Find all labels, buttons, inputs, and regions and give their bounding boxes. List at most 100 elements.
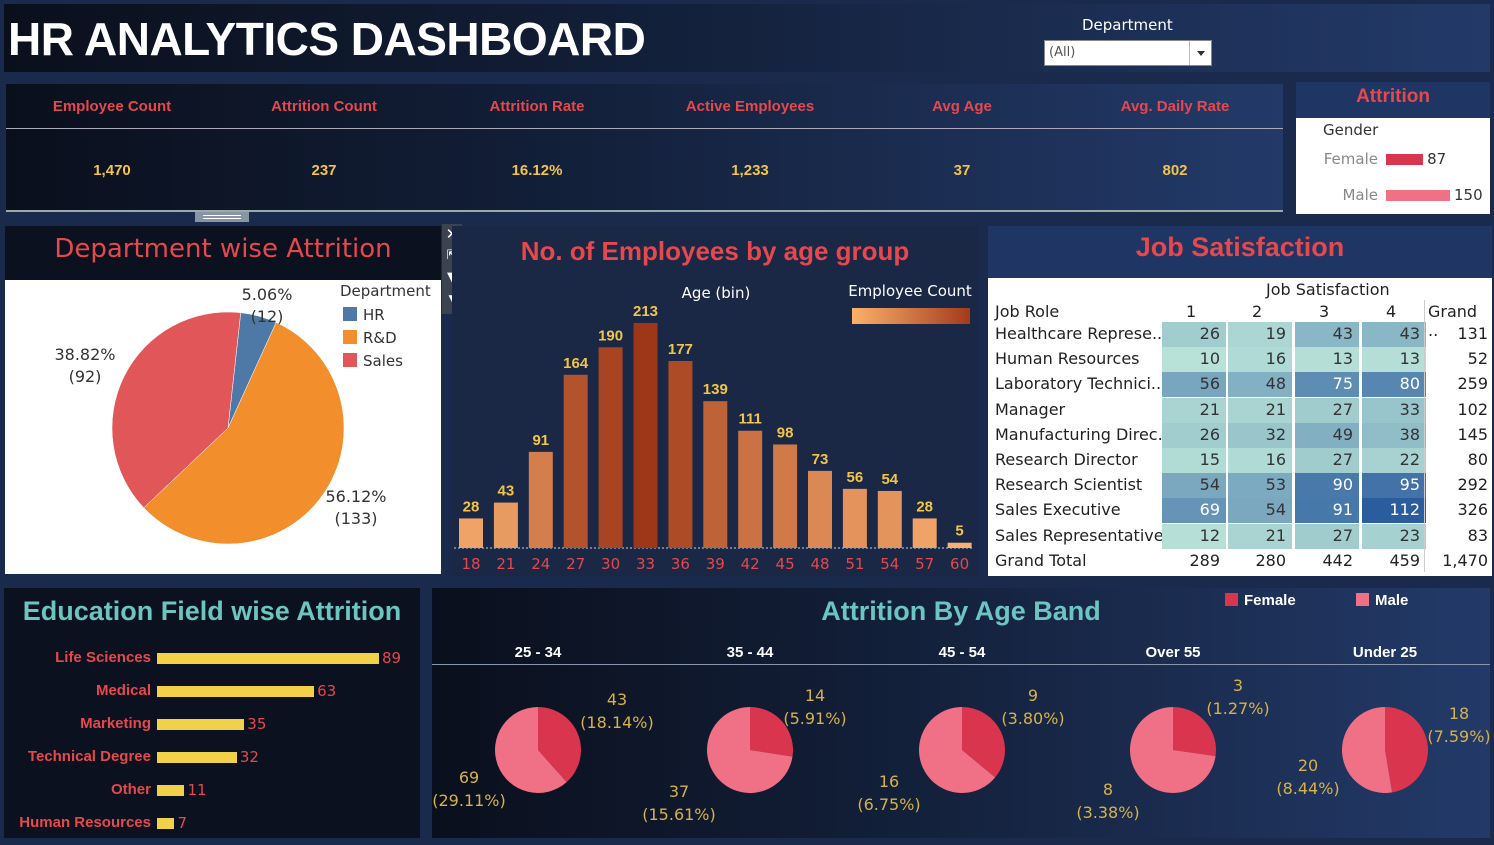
kpi-label: Avg. Daily Rate: [1120, 98, 1230, 115]
data-label: 87: [1427, 150, 1447, 168]
bar-row-female[interactable]: Female 87: [1296, 150, 1490, 170]
heatmap-cell[interactable]: 15: [1162, 448, 1226, 473]
resize-handle[interactable]: [195, 212, 249, 222]
bar[interactable]: [157, 686, 315, 697]
heatmap-cell[interactable]: 10: [1162, 347, 1226, 373]
age-group-chart: No. of Employees by age group Age (bin) …: [452, 226, 978, 576]
bar-age-48[interactable]: [808, 470, 832, 548]
heatmap-cell[interactable]: 26: [1162, 322, 1226, 347]
heatmap-cell[interactable]: 112: [1362, 498, 1426, 524]
data-label: 98: [777, 424, 794, 441]
column-total: 459: [1389, 550, 1420, 570]
heatmap-cell[interactable]: 90: [1295, 473, 1359, 499]
job-satisfaction-table: Job Satisfaction Job Satisfaction Job Ro…: [988, 226, 1492, 576]
heatmap-cell[interactable]: 26: [1162, 422, 1226, 448]
heatmap-cell[interactable]: 56: [1162, 372, 1226, 398]
heatmap-cell[interactable]: 48: [1228, 372, 1292, 398]
heatmap-cell[interactable]: 91: [1295, 498, 1359, 524]
heatmap-cell[interactable]: 13: [1362, 347, 1426, 373]
data-label: 28: [463, 498, 480, 515]
kpi-value: 1,233: [731, 162, 769, 179]
heatmap-cell[interactable]: 27: [1295, 448, 1359, 473]
bar-age-24[interactable]: [528, 451, 553, 548]
heatmap-cell[interactable]: 49: [1295, 422, 1359, 448]
bar[interactable]: [157, 785, 185, 796]
heatmap-cell[interactable]: 43: [1362, 322, 1426, 347]
bar[interactable]: [157, 719, 245, 730]
pie-label-hr: 5.06% (12): [241, 285, 293, 326]
department-filter-dropdown[interactable]: (All): [1044, 40, 1212, 66]
pie-label-male: 16 (6.75%): [857, 772, 921, 814]
kpi-value: 237: [311, 162, 337, 179]
pie-label-rnd: 56.12% (133): [325, 487, 387, 528]
bar[interactable]: [157, 653, 379, 664]
heatmap-cell[interactable]: 43: [1295, 322, 1359, 347]
heatmap-cell[interactable]: 75: [1295, 372, 1359, 398]
heatmap-cell[interactable]: 21: [1228, 523, 1292, 549]
heatmap-cell[interactable]: 80: [1362, 372, 1426, 398]
category-label: Technical Degree: [27, 748, 151, 765]
bar-row[interactable]: Human Resources 7: [4, 814, 420, 834]
pie-label-sales: 38.82% (92): [54, 345, 116, 386]
row-total: 292: [1457, 475, 1488, 495]
bar-row[interactable]: Life Sciences 89: [4, 649, 420, 669]
bar-age-21[interactable]: [493, 502, 518, 548]
heatmap-cell[interactable]: 16: [1228, 347, 1292, 373]
axis-label: Gender: [1323, 121, 1379, 139]
bar-male[interactable]: [1386, 190, 1450, 201]
heatmap-cell[interactable]: 32: [1228, 422, 1292, 448]
heatmap-cell[interactable]: 21: [1228, 397, 1292, 423]
kpi-value: 37: [953, 162, 971, 179]
bar-age-18[interactable]: [459, 518, 483, 548]
chevron-down-icon[interactable]: [1189, 41, 1211, 65]
data-label: 139: [703, 381, 728, 398]
bar-age-39[interactable]: [703, 401, 728, 548]
heatmap-cell[interactable]: 23: [1362, 523, 1426, 549]
bar-row-male[interactable]: Male 150: [1296, 186, 1490, 206]
chart-title: Job Satisfaction: [988, 226, 1492, 278]
bar-age-27[interactable]: [563, 374, 588, 548]
bar[interactable]: [157, 818, 175, 829]
bar-row[interactable]: Marketing 35: [4, 715, 420, 735]
bar-female[interactable]: [1386, 154, 1424, 165]
bar-age-54[interactable]: [877, 490, 902, 548]
bar-age-45[interactable]: [773, 444, 798, 548]
bar-row[interactable]: Other 11: [4, 781, 420, 801]
bar-age-36[interactable]: [668, 361, 693, 548]
bar[interactable]: [157, 752, 237, 763]
heatmap-cell[interactable]: 12: [1162, 523, 1226, 549]
heatmap-cell[interactable]: 16: [1228, 448, 1292, 473]
bar-age-30[interactable]: [598, 347, 623, 548]
bar-age-51[interactable]: [842, 488, 867, 548]
data-label: 54: [881, 471, 898, 488]
heatmap-cell[interactable]: 69: [1162, 498, 1226, 524]
legend-item-sales[interactable]: Sales: [343, 352, 403, 370]
heatmap-cell[interactable]: 33: [1362, 397, 1426, 423]
tick-label: 21: [496, 555, 515, 573]
divider: [1424, 300, 1425, 572]
bar-age-33[interactable]: [633, 323, 658, 548]
bar-age-42[interactable]: [738, 430, 763, 548]
row-label: Manager: [995, 399, 1066, 419]
tick-label: 42: [741, 555, 760, 573]
bar-row[interactable]: Technical Degree 32: [4, 748, 420, 768]
heatmap-cell[interactable]: 38: [1362, 422, 1426, 448]
data-label: 190: [598, 327, 623, 344]
heatmap-cell[interactable]: 53: [1228, 473, 1292, 499]
data-label: 32: [239, 748, 259, 766]
heatmap-cell[interactable]: 54: [1228, 498, 1292, 524]
heatmap-cell[interactable]: 19: [1228, 322, 1292, 347]
heatmap-cell[interactable]: 54: [1162, 473, 1226, 499]
bar-age-57[interactable]: [912, 518, 937, 548]
heatmap-cell[interactable]: 95: [1362, 473, 1426, 499]
heatmap-cell[interactable]: 27: [1295, 397, 1359, 423]
heatmap-cell[interactable]: 22: [1362, 448, 1426, 473]
bar-age-60[interactable]: [947, 542, 972, 548]
heatmap-cell[interactable]: 13: [1295, 347, 1359, 373]
bar-row[interactable]: Medical 63: [4, 682, 420, 702]
kpi-label: Active Employees: [685, 98, 815, 115]
legend-item-hr[interactable]: HR: [343, 306, 385, 324]
heatmap-cell[interactable]: 21: [1162, 397, 1226, 423]
legend-item-rnd[interactable]: R&D: [343, 329, 397, 347]
heatmap-cell[interactable]: 27: [1295, 523, 1359, 549]
